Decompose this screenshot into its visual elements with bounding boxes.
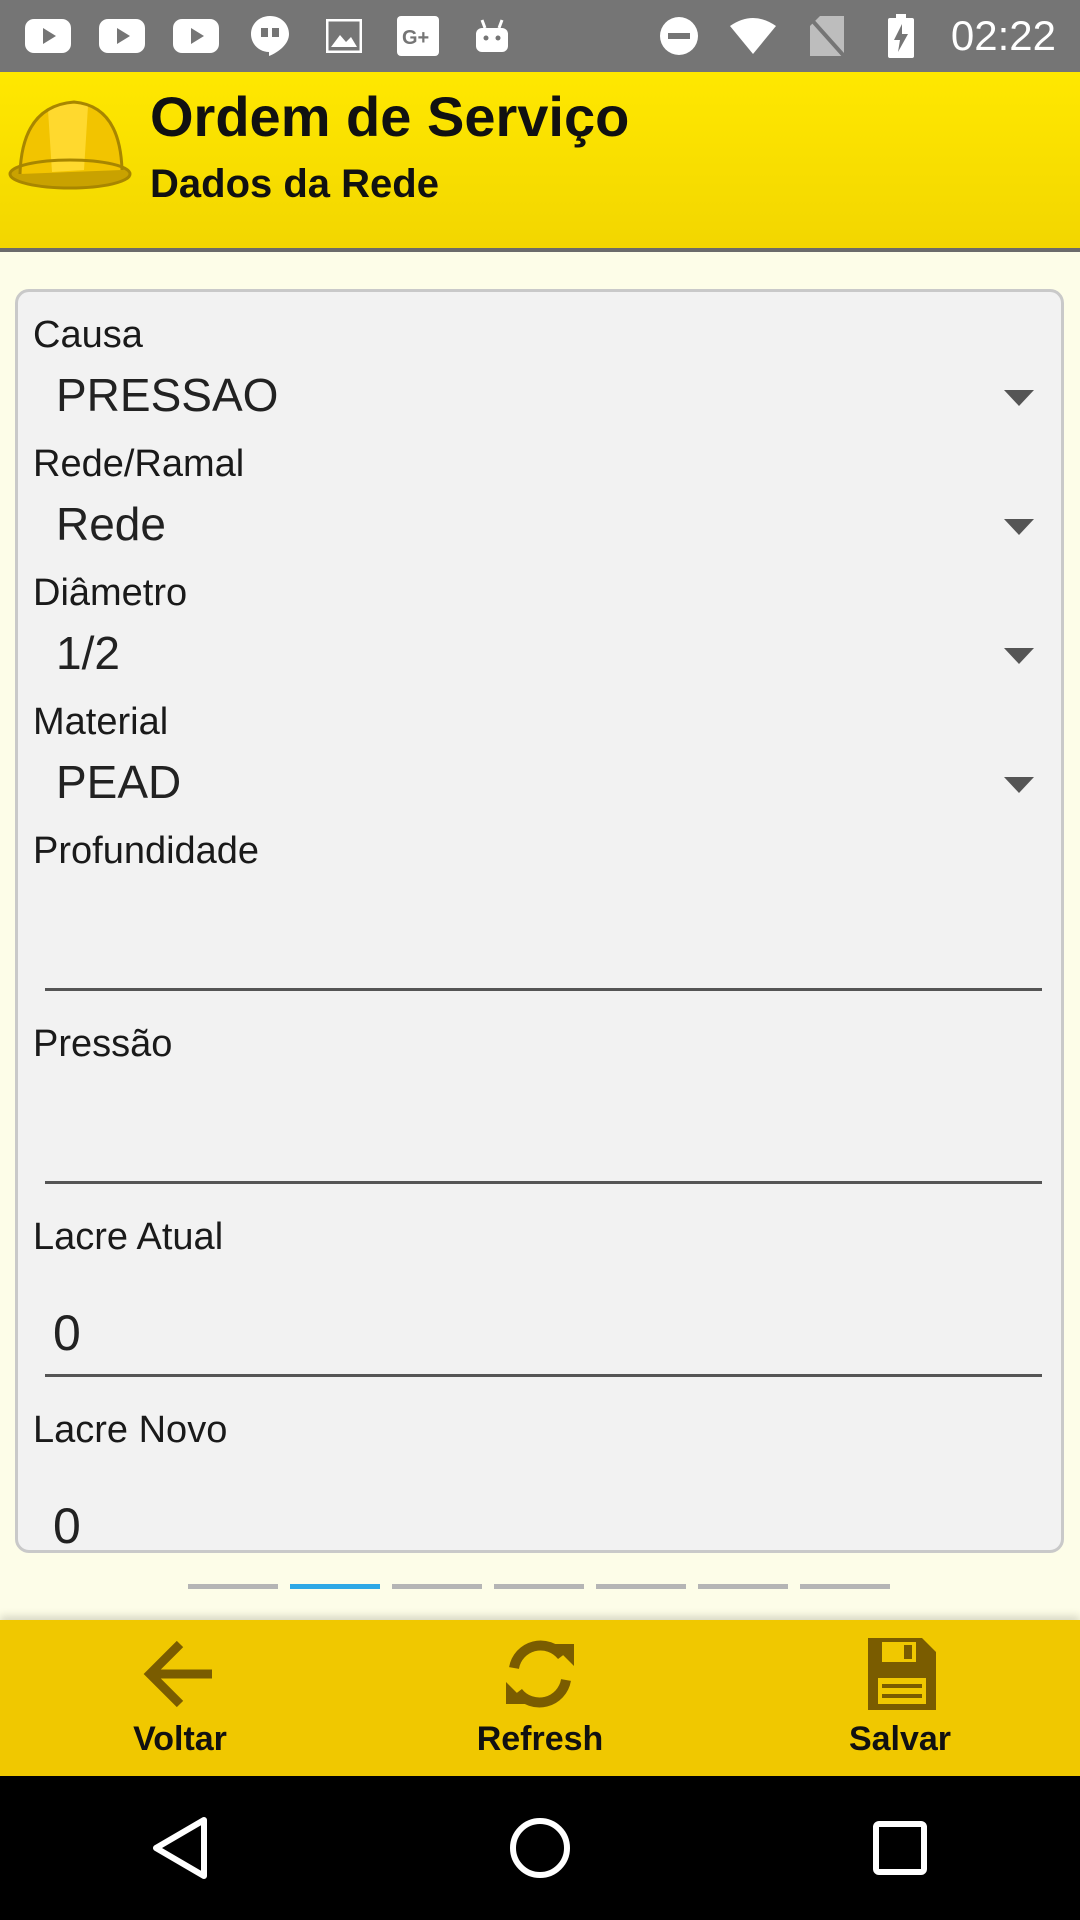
refresh-label: Refresh <box>476 1720 604 1758</box>
lacre-atual-label: Lacre Atual <box>33 1216 224 1258</box>
profundidade-label: Profundidade <box>33 830 260 872</box>
page-title: Ordem de Serviço <box>150 85 630 148</box>
back-label: Voltar <box>133 1720 227 1758</box>
home-nav-button[interactable] <box>495 1803 585 1893</box>
page-dash-active[interactable] <box>290 1584 380 1589</box>
save-label: Salvar <box>848 1720 952 1758</box>
profundidade-input[interactable] <box>45 895 1042 991</box>
causa-select[interactable]: PRESSAO <box>18 360 1061 440</box>
causa-value: PRESSAO <box>56 369 279 421</box>
navigation-bar <box>0 1776 1080 1920</box>
wifi-icon <box>729 16 777 56</box>
dropdown-arrow-icon <box>1004 519 1034 535</box>
lacre-novo-input[interactable]: 0 <box>45 1474 1042 1553</box>
recents-nav-button[interactable] <box>855 1803 945 1893</box>
triangle-back-icon <box>153 1817 207 1879</box>
square-recents-icon <box>873 1821 927 1875</box>
back-button[interactable]: Voltar <box>0 1620 360 1776</box>
form-panel: Causa PRESSAO Rede/Ramal Rede Diâmetro 1… <box>15 289 1064 1553</box>
youtube-icon <box>24 16 72 56</box>
material-select[interactable]: PEAD <box>18 747 1061 827</box>
app-header: Ordem de Serviço Dados da Rede <box>0 72 1080 252</box>
page-dash[interactable] <box>392 1584 482 1589</box>
dropdown-arrow-icon <box>1004 777 1034 793</box>
page-subtitle: Dados da Rede <box>150 162 439 206</box>
page-dash[interactable] <box>800 1584 890 1589</box>
page-dash[interactable] <box>698 1584 788 1589</box>
page-dash[interactable] <box>188 1584 278 1589</box>
no-sim-icon <box>803 16 851 56</box>
material-label: Material <box>33 701 169 743</box>
lacre-novo-value: 0 <box>53 1498 81 1553</box>
bottom-toolbar: Voltar Refresh Salvar <box>0 1620 1080 1776</box>
image-icon <box>320 16 368 56</box>
dropdown-arrow-icon <box>1004 390 1034 406</box>
clock: 02:22 <box>950 12 1056 59</box>
rede-ramal-value: Rede <box>56 498 166 550</box>
diametro-value: 1/2 <box>56 627 120 679</box>
arrow-left-icon <box>140 1634 220 1714</box>
notification-icons: G+ <box>24 16 516 56</box>
save-button[interactable]: Salvar <box>720 1620 1080 1776</box>
floppy-disk-icon <box>860 1634 940 1714</box>
back-nav-button[interactable] <box>135 1803 225 1893</box>
lacre-atual-value: 0 <box>53 1305 81 1361</box>
youtube-icon <box>172 16 220 56</box>
status-bar: G+ 02:22 <box>0 0 1080 72</box>
svg-text:G+: G+ <box>402 27 429 49</box>
refresh-button[interactable]: Refresh <box>360 1620 720 1776</box>
diametro-select[interactable]: 1/2 <box>18 618 1061 698</box>
page-indicator <box>188 1584 890 1589</box>
youtube-icon <box>98 16 146 56</box>
google-plus-icon: G+ <box>394 16 442 56</box>
page-dash[interactable] <box>596 1584 686 1589</box>
quote-icon <box>246 16 294 56</box>
pressao-label: Pressão <box>33 1023 173 1065</box>
dropdown-arrow-icon <box>1004 648 1034 664</box>
do-not-disturb-icon <box>655 16 703 56</box>
refresh-icon <box>500 1634 580 1714</box>
lacre-atual-input[interactable]: 0 <box>45 1281 1042 1377</box>
pressao-input[interactable] <box>45 1088 1042 1184</box>
page-dash[interactable] <box>494 1584 584 1589</box>
diametro-label: Diâmetro <box>33 572 188 614</box>
android-icon <box>468 16 516 56</box>
rede-ramal-select[interactable]: Rede <box>18 489 1061 569</box>
causa-label: Causa <box>33 314 143 356</box>
system-icons: 02:22 <box>655 12 1056 60</box>
battery-charging-icon <box>877 14 925 58</box>
material-value: PEAD <box>56 756 182 808</box>
lacre-novo-label: Lacre Novo <box>33 1409 228 1451</box>
rede-ramal-label: Rede/Ramal <box>33 443 245 485</box>
circle-home-icon <box>510 1818 570 1878</box>
hard-hat-icon <box>8 86 132 194</box>
